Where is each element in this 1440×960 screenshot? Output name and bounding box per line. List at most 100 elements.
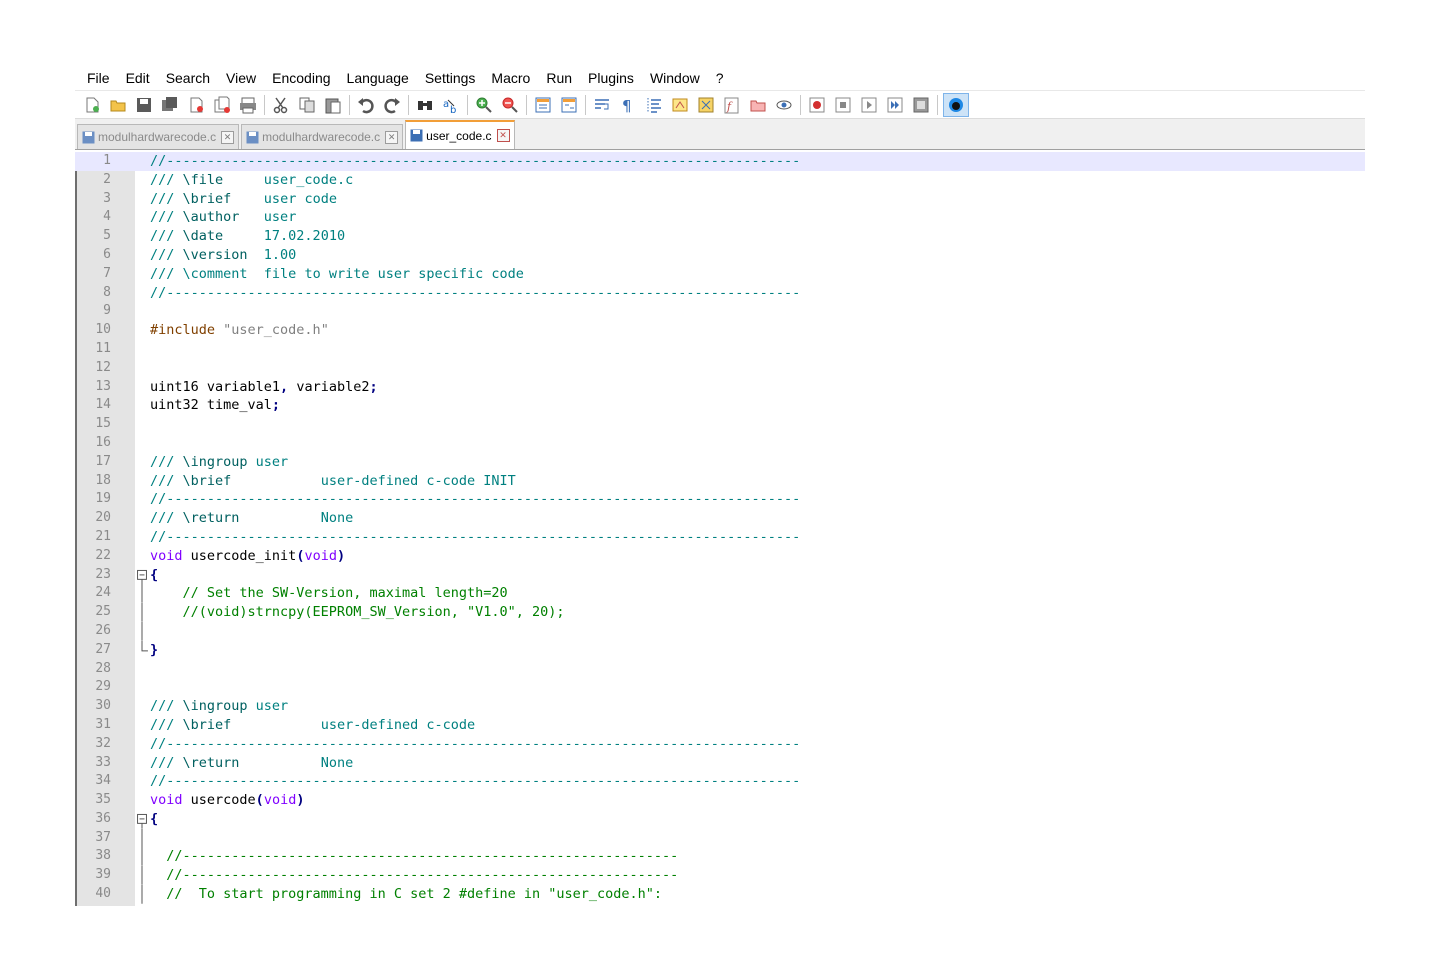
code-line[interactable]: 27} — [75, 640, 1365, 660]
new-file-button[interactable] — [81, 94, 103, 116]
indent-guide-button[interactable] — [643, 94, 665, 116]
copy-button[interactable] — [296, 94, 318, 116]
menu-settings[interactable]: Settings — [417, 66, 484, 90]
open-file-button[interactable] — [107, 94, 129, 116]
fold-toggle-icon[interactable] — [135, 810, 149, 829]
document-map-button[interactable] — [695, 94, 717, 116]
tab-user-code-c[interactable]: user_code.c ✕ — [405, 120, 515, 149]
show-all-chars-button[interactable]: ¶ — [617, 94, 639, 116]
save-macro-button[interactable] — [910, 94, 932, 116]
menu-file[interactable]: File — [79, 66, 118, 90]
svg-text:b: b — [450, 105, 456, 114]
code-line[interactable]: 15 — [75, 415, 1365, 434]
code-line[interactable]: 8 //-------------------------------------… — [75, 284, 1365, 303]
code-line[interactable]: 9 — [75, 302, 1365, 321]
menu-window[interactable]: Window — [642, 66, 708, 90]
code-editor[interactable]: 1 //-------------------------------------… — [75, 152, 1365, 906]
cut-button[interactable] — [270, 94, 292, 116]
code-line[interactable]: 13 uint16 variable1, variable2; — [75, 378, 1365, 397]
find-button[interactable] — [414, 94, 436, 116]
code-line[interactable]: 2 /// \file user_code.c — [75, 171, 1365, 190]
code-line[interactable]: 12 — [75, 359, 1365, 378]
code-line[interactable]: 20 /// \return None — [75, 509, 1365, 528]
save-all-button[interactable] — [159, 94, 181, 116]
token: //--------------------------------------… — [150, 867, 679, 884]
user-language-button[interactable] — [669, 94, 691, 116]
play-macro-button[interactable] — [858, 94, 880, 116]
redo-button[interactable] — [381, 94, 403, 116]
code-line[interactable]: 19 //------------------------------------… — [75, 490, 1365, 509]
code-line[interactable]: 23 { — [75, 566, 1365, 585]
code-line[interactable]: 21 //------------------------------------… — [75, 528, 1365, 547]
function-list-button[interactable]: f — [721, 94, 743, 116]
stop-record-button[interactable] — [832, 94, 854, 116]
menu-help[interactable]: ? — [708, 66, 732, 90]
menu-plugins[interactable]: Plugins — [580, 66, 642, 90]
code-line[interactable]: 31 /// \brief user-defined c-code — [75, 716, 1365, 735]
sync-vertical-button[interactable] — [532, 94, 554, 116]
code-line[interactable]: 40 // To start programming in C set 2 #d… — [75, 885, 1365, 904]
tab-close-icon[interactable]: ✕ — [221, 130, 235, 144]
code-line[interactable]: 10 #include "user_code.h" — [75, 321, 1365, 340]
token: 1.00 — [247, 246, 297, 263]
code-line[interactable]: 11 — [75, 340, 1365, 359]
code-line[interactable]: 28 — [75, 660, 1365, 679]
token: //--------------------------------------… — [150, 773, 801, 790]
code-line[interactable]: 29 — [75, 678, 1365, 697]
tab-close-icon[interactable]: ✕ — [496, 129, 510, 142]
monitoring-button[interactable] — [773, 94, 795, 116]
menu-run[interactable]: Run — [538, 66, 580, 90]
code-line[interactable]: 18 /// \brief user-defined c-code INIT — [75, 472, 1365, 491]
word-wrap-button[interactable] — [591, 94, 613, 116]
sync-horizontal-button[interactable] — [558, 94, 580, 116]
save-button[interactable] — [133, 94, 155, 116]
code-line[interactable]: 26 — [75, 621, 1365, 641]
folder-workspace-button[interactable] — [747, 94, 769, 116]
line-text: //--------------------------------------… — [150, 490, 800, 509]
tab-modulhardwarecode-c[interactable]: modulhardwarecode.c ✕ — [241, 124, 404, 149]
tab-modulhardwarecode-c[interactable]: modulhardwarecode.c ✕ — [77, 124, 240, 149]
code-line[interactable]: 5 /// \date 17.02.2010 — [75, 227, 1365, 246]
plugin-button[interactable] — [943, 92, 969, 117]
code-line[interactable]: 30 /// \ingroup user — [75, 697, 1365, 716]
close-all-button[interactable] — [211, 94, 233, 116]
code-line[interactable]: 17 /// \ingroup user — [75, 453, 1365, 472]
code-line[interactable]: 35 void usercode(void) — [75, 791, 1365, 810]
paste-button[interactable] — [322, 94, 344, 116]
code-line[interactable]: 37 — [75, 828, 1365, 848]
close-button[interactable] — [185, 94, 207, 116]
token: void — [150, 792, 183, 809]
tab-close-icon[interactable]: ✕ — [385, 130, 399, 144]
code-line[interactable]: 16 — [75, 434, 1365, 453]
run-macro-multiple-button[interactable] — [884, 94, 906, 116]
undo-button[interactable] — [355, 94, 377, 116]
code-line[interactable]: 3 /// \brief user code — [75, 190, 1365, 209]
menu-search[interactable]: Search — [158, 66, 218, 90]
print-button[interactable] — [237, 94, 259, 116]
menu-language[interactable]: Language — [339, 66, 417, 90]
code-line[interactable]: 36 { — [75, 810, 1365, 829]
code-line[interactable]: 14 uint32 time_val; — [75, 396, 1365, 415]
code-line[interactable]: 6 /// \version 1.00 — [75, 246, 1365, 265]
token: { — [150, 810, 159, 827]
replace-button[interactable]: ab — [440, 94, 462, 116]
code-line[interactable]: 34 //------------------------------------… — [75, 772, 1365, 791]
fold-toggle-icon[interactable] — [135, 566, 149, 585]
menu-macro[interactable]: Macro — [483, 66, 538, 90]
menu-encoding[interactable]: Encoding — [264, 66, 338, 90]
record-macro-button[interactable] — [806, 94, 828, 116]
code-line[interactable]: 22 void usercode_init(void) — [75, 547, 1365, 566]
code-line[interactable]: 24 // Set the SW-Version, maximal length… — [75, 584, 1365, 604]
code-line[interactable]: 32 //------------------------------------… — [75, 735, 1365, 754]
zoom-in-button[interactable] — [473, 94, 495, 116]
code-line[interactable]: 7 /// \comment file to write user specifi… — [75, 265, 1365, 284]
zoom-out-button[interactable] — [499, 94, 521, 116]
menu-edit[interactable]: Edit — [118, 66, 158, 90]
code-line[interactable]: 4 /// \author user — [75, 208, 1365, 227]
code-line[interactable]: 25 //(void)strncpy(EEPROM_SW_Version, "V… — [75, 603, 1365, 622]
code-line[interactable]: 33 /// \return None — [75, 754, 1365, 773]
menu-view[interactable]: View — [218, 66, 264, 90]
code-line[interactable]: 39 //-----------------------------------… — [75, 866, 1365, 886]
code-line[interactable]: 1 //-------------------------------------… — [75, 152, 1365, 171]
code-line[interactable]: 38 //-----------------------------------… — [75, 847, 1365, 867]
